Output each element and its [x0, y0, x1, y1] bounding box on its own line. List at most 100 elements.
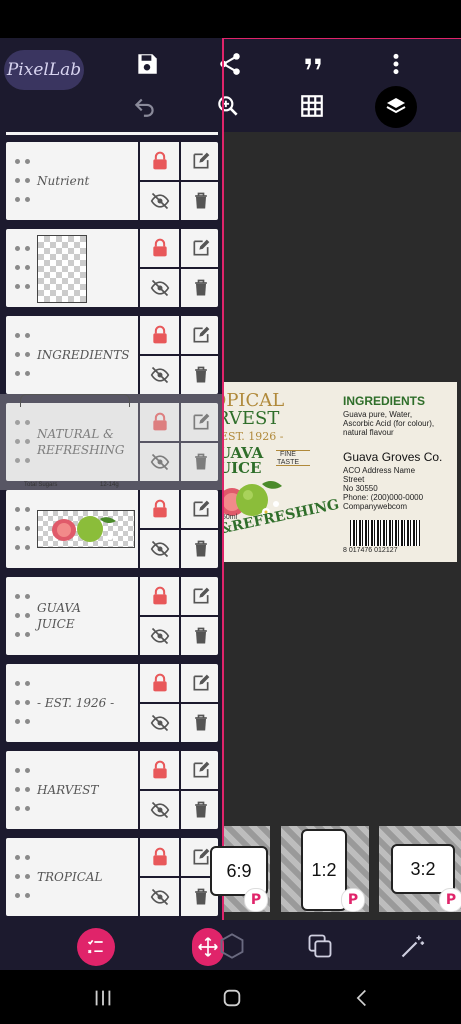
ingredients-title: INGREDIENTS [343, 394, 426, 408]
guide-line-horizontal [222, 38, 461, 39]
layer-name: - EST. 1926 - [37, 696, 115, 710]
pixellab-badge-icon: P [244, 888, 268, 912]
ingredients-text-2: Ascorbic Acid (for colour), [343, 419, 435, 428]
edit-icon[interactable] [181, 229, 220, 267]
hide-icon[interactable] [140, 356, 179, 394]
edit-icon[interactable] [181, 316, 220, 354]
layers-icon [386, 98, 406, 114]
quote-icon[interactable] [293, 44, 333, 84]
bottom-toolbar [0, 920, 461, 970]
delete-icon[interactable] [181, 356, 220, 394]
layer-row[interactable]: HARVEST [6, 751, 218, 829]
delete-icon[interactable] [181, 530, 220, 568]
layer-thumbnail [37, 235, 87, 303]
status-bar [0, 0, 461, 38]
layer-name: HARVEST [37, 783, 99, 797]
lock-icon[interactable] [140, 490, 179, 528]
checklist-icon [87, 939, 103, 954]
layer-name: TROPICAL [37, 870, 103, 884]
edit-icon[interactable] [181, 577, 220, 615]
delete-icon[interactable] [181, 269, 220, 307]
edit-icon[interactable] [181, 751, 220, 789]
ghost-outline [20, 394, 130, 407]
delete-icon[interactable] [181, 182, 220, 220]
hide-icon[interactable] [140, 530, 179, 568]
address-line1: ACO Address Name [343, 466, 416, 475]
magic-wand-icon[interactable] [399, 932, 429, 962]
edit-icon[interactable] [181, 142, 220, 180]
home-icon[interactable] [217, 986, 247, 1010]
drag-ghost-layer: Total Sugars 12-14g [0, 394, 222, 490]
edit-icon[interactable] [181, 490, 220, 528]
pixellab-badge-icon: P [439, 888, 461, 912]
recent-apps-icon[interactable] [88, 986, 118, 1010]
grid-icon[interactable] [292, 86, 332, 126]
label-canvas[interactable]: TROPICAL RVEST EST. 1926 - UAVA UICE FIN… [222, 382, 457, 562]
layer-row[interactable]: - EST. 1926 - [6, 664, 218, 742]
lock-icon[interactable] [140, 838, 179, 876]
pixellab-badge-icon: P [341, 888, 365, 912]
label-est: EST. 1926 - [222, 430, 284, 443]
lock-icon[interactable] [140, 229, 179, 267]
drag-handle-icon[interactable] [12, 761, 34, 819]
undo-icon[interactable] [125, 86, 165, 126]
layer-row[interactable]: GUAVA JUICE [6, 577, 218, 655]
layer-thumbnail [37, 510, 135, 548]
ingredients-text-3: natural flavour [343, 428, 394, 437]
layer-row[interactable] [6, 490, 218, 568]
drag-handle-icon[interactable] [12, 239, 34, 297]
ingredients-text-1: Guava pure, Water, [343, 410, 413, 419]
lock-icon[interactable] [140, 316, 179, 354]
drag-handle-icon[interactable] [12, 326, 34, 384]
fine-taste-line2: TASTE [277, 459, 300, 466]
ratio-tile-3-2[interactable]: 3:2 P [379, 826, 461, 912]
drag-handle-icon[interactable] [12, 848, 34, 906]
zoom-in-icon[interactable] [208, 86, 248, 126]
hide-icon[interactable] [140, 791, 179, 829]
address-line3: No 30550 [343, 484, 378, 493]
hide-icon[interactable] [140, 704, 179, 742]
hide-icon[interactable] [140, 182, 179, 220]
drag-handle-icon[interactable] [12, 500, 34, 558]
layer-row[interactable]: Nutrient [6, 142, 218, 220]
delete-icon[interactable] [181, 617, 220, 655]
layer-row[interactable] [6, 229, 218, 307]
layer-row[interactable]: TROPICAL [6, 838, 218, 916]
back-icon[interactable] [347, 986, 377, 1010]
company-name: Guava Groves Co. [343, 450, 443, 464]
lock-icon[interactable] [140, 142, 179, 180]
edit-icon[interactable] [181, 664, 220, 702]
ghost-label-left: Total Sugars [24, 482, 58, 488]
website: Companywebcom [343, 502, 408, 511]
more-icon[interactable] [376, 44, 416, 84]
drag-handle-icon[interactable] [12, 674, 34, 732]
barcode [350, 520, 420, 546]
lock-icon[interactable] [140, 751, 179, 789]
shape-icon[interactable] [218, 932, 248, 962]
fine-taste-line1: FINE [280, 451, 296, 458]
drag-handle-icon[interactable] [12, 587, 34, 645]
save-icon[interactable] [127, 44, 167, 84]
layer-row[interactable]: INGREDIENTS [6, 316, 218, 394]
hide-icon[interactable] [140, 269, 179, 307]
barcode-number: 8 017476 012127 [343, 547, 398, 554]
drag-handle-icon[interactable] [12, 152, 34, 210]
hide-icon[interactable] [140, 878, 179, 916]
ghost-label-right: 12-14g [100, 482, 119, 488]
ratio-tile-1-2[interactable]: 1:2 P [281, 826, 369, 912]
duplicate-icon[interactable] [306, 932, 336, 962]
pixellab-logo[interactable]: PixelLab [4, 50, 84, 90]
lock-icon[interactable] [140, 664, 179, 702]
layers-button[interactable] [375, 86, 417, 128]
delete-icon[interactable] [181, 791, 220, 829]
move-icon [198, 937, 218, 957]
hide-icon[interactable] [140, 617, 179, 655]
lock-icon[interactable] [140, 577, 179, 615]
delete-icon[interactable] [181, 704, 220, 742]
share-icon[interactable] [210, 44, 250, 84]
label-brand-line2: RVEST [222, 408, 280, 429]
ratio-tile-6-9[interactable]: 6:9 P [210, 826, 270, 912]
checklist-button[interactable] [77, 928, 115, 966]
address-line2: Street [343, 475, 365, 484]
layer-name: Nutrient [37, 174, 90, 188]
